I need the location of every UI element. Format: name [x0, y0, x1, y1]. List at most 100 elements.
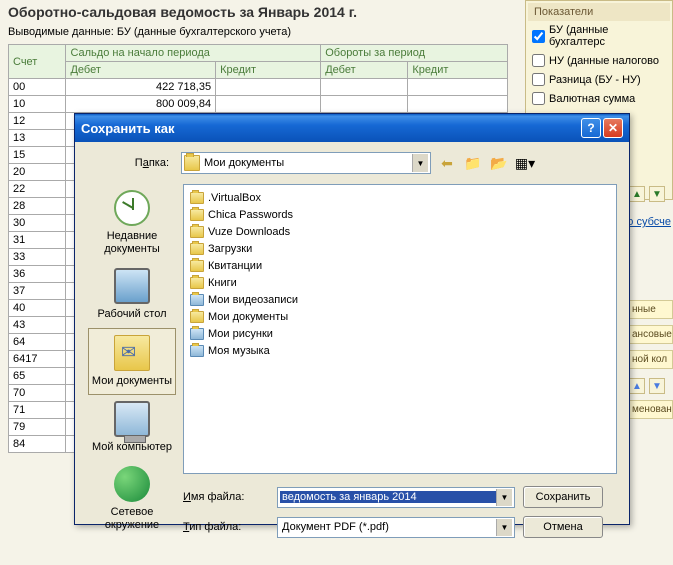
- folder-icon: [190, 277, 204, 289]
- side-panel-title: Показатели: [528, 3, 670, 21]
- table-row[interactable]: 00422 718,35: [9, 79, 508, 96]
- cell-account: 12: [9, 113, 66, 130]
- list-item[interactable]: Моя музыка: [188, 342, 612, 359]
- list-item[interactable]: Квитанции: [188, 257, 612, 274]
- list-item[interactable]: Мои рисунки: [188, 325, 612, 342]
- cell-credit: [216, 96, 321, 113]
- place-desktop[interactable]: Рабочий стол: [88, 262, 176, 327]
- file-name: Квитанции: [208, 260, 262, 272]
- list-item[interactable]: Загрузки: [188, 240, 612, 257]
- cell-credit: [216, 79, 321, 96]
- file-name: Мои рисунки: [208, 328, 273, 340]
- file-list[interactable]: .VirtualBox Chica Passwords Vuze Downloads…: [183, 184, 617, 474]
- checkbox-label: Разница (БУ - НУ): [549, 74, 641, 86]
- arrow-up-icon[interactable]: ▲: [629, 186, 645, 202]
- list-item[interactable]: .VirtualBox: [188, 189, 612, 206]
- cancel-button[interactable]: Отмена: [523, 516, 603, 538]
- chevron-down-icon[interactable]: ▼: [496, 489, 512, 506]
- filename-label: Имя файла:: [181, 491, 269, 503]
- place-network[interactable]: Сетевое окружение: [88, 460, 176, 538]
- filetype-label: Тип файла:: [181, 521, 269, 533]
- titlebar[interactable]: Сохранить как ? ✕: [75, 114, 629, 142]
- file-name: Мои документы: [208, 311, 288, 323]
- cell-account: 64: [9, 334, 66, 351]
- back-icon[interactable]: ⬅: [437, 153, 457, 173]
- help-button[interactable]: ?: [581, 118, 601, 138]
- checkbox[interactable]: [532, 30, 545, 43]
- place-recent[interactable]: Недавние документы: [88, 184, 176, 262]
- new-folder-icon[interactable]: 📂: [489, 153, 509, 173]
- file-name: .VirtualBox: [208, 192, 261, 204]
- place-computer[interactable]: Мой компьютер: [88, 395, 176, 460]
- cell-credit2: [408, 79, 508, 96]
- cell-account: 36: [9, 266, 66, 283]
- cell-account: 40: [9, 300, 66, 317]
- list-item[interactable]: Книги: [188, 274, 612, 291]
- network-icon: [114, 466, 150, 502]
- report-title: Оборотно-сальдовая ведомость за Январь 2…: [8, 0, 518, 24]
- cell-debit2: [321, 79, 408, 96]
- checkbox[interactable]: [532, 54, 545, 67]
- cell-account: 43: [9, 317, 66, 334]
- checkbox-row[interactable]: Разница (БУ - НУ): [528, 70, 670, 89]
- cell-account: 70: [9, 385, 66, 402]
- checkbox-label: НУ (данные налогово: [549, 55, 659, 67]
- folder-icon: [190, 209, 204, 221]
- place-label: Недавние документы: [90, 230, 174, 256]
- arrow-down-icon[interactable]: ▼: [649, 378, 665, 394]
- col-debit-1: Дебет: [66, 62, 216, 79]
- filetype-field[interactable]: Документ PDF (*.pdf) ▼: [277, 517, 515, 538]
- cell-account: 20: [9, 164, 66, 181]
- checkbox[interactable]: [532, 92, 545, 105]
- side-frag: нные: [628, 300, 673, 319]
- list-item[interactable]: Chica Passwords: [188, 206, 612, 223]
- checkbox-row[interactable]: БУ (данные бухгалтерс: [528, 21, 670, 51]
- table-row[interactable]: 10800 009,84: [9, 96, 508, 113]
- cell-account: 6417: [9, 351, 66, 368]
- folder-icon: [190, 345, 204, 357]
- cell-account: 31: [9, 232, 66, 249]
- col-credit-1: Кредит: [216, 62, 321, 79]
- checkbox[interactable]: [532, 73, 545, 86]
- cell-account: 13: [9, 130, 66, 147]
- folder-value: Мои документы: [204, 157, 412, 169]
- views-icon[interactable]: ▦▾: [515, 153, 535, 173]
- col-credit-2: Кредит: [408, 62, 508, 79]
- checkbox-row[interactable]: Валютная сумма: [528, 89, 670, 108]
- filename-field[interactable]: ведомость за январь 2014 ▼: [277, 487, 515, 508]
- chevron-down-icon[interactable]: ▼: [412, 154, 428, 172]
- place-mydocs[interactable]: Мои документы: [88, 328, 176, 395]
- up-folder-icon[interactable]: 📁: [463, 153, 483, 173]
- cell-account: 28: [9, 198, 66, 215]
- cell-debit: 422 718,35: [66, 79, 216, 96]
- cell-debit2: [321, 96, 408, 113]
- folder-icon: [190, 260, 204, 272]
- file-name: Моя музыка: [208, 345, 270, 357]
- report-subtitle: Выводимые данные: БУ (данные бухгалтерск…: [8, 24, 518, 44]
- checkbox-row[interactable]: НУ (данные налогово: [528, 51, 670, 70]
- close-button[interactable]: ✕: [603, 118, 623, 138]
- cell-account: 30: [9, 215, 66, 232]
- list-item[interactable]: Vuze Downloads: [188, 223, 612, 240]
- sub-accounts-link[interactable]: о субсче: [627, 216, 671, 228]
- side-frag: ной кол: [628, 350, 673, 369]
- chevron-down-icon[interactable]: ▼: [496, 519, 512, 536]
- list-item[interactable]: Мои видеозаписи: [188, 291, 612, 308]
- folder-icon: [190, 243, 204, 255]
- save-button[interactable]: Сохранить: [523, 486, 603, 508]
- side-frag: менован: [628, 400, 673, 419]
- side-arrow-group-2: ▲ ▼: [629, 378, 665, 394]
- cell-account: 71: [9, 402, 66, 419]
- col-turnover: Обороты за период: [321, 45, 508, 62]
- side-fragment-group-2: менован: [628, 400, 673, 425]
- file-name: Vuze Downloads: [208, 226, 290, 238]
- folder-select[interactable]: Мои документы ▼: [181, 152, 431, 174]
- place-label: Сетевое окружение: [90, 506, 174, 532]
- folder-icon: [190, 226, 204, 238]
- cell-account: 37: [9, 283, 66, 300]
- list-item[interactable]: Мои документы: [188, 308, 612, 325]
- recent-icon: [114, 190, 150, 226]
- arrow-up-icon[interactable]: ▲: [629, 378, 645, 394]
- cell-account: 15: [9, 147, 66, 164]
- arrow-down-icon[interactable]: ▼: [649, 186, 665, 202]
